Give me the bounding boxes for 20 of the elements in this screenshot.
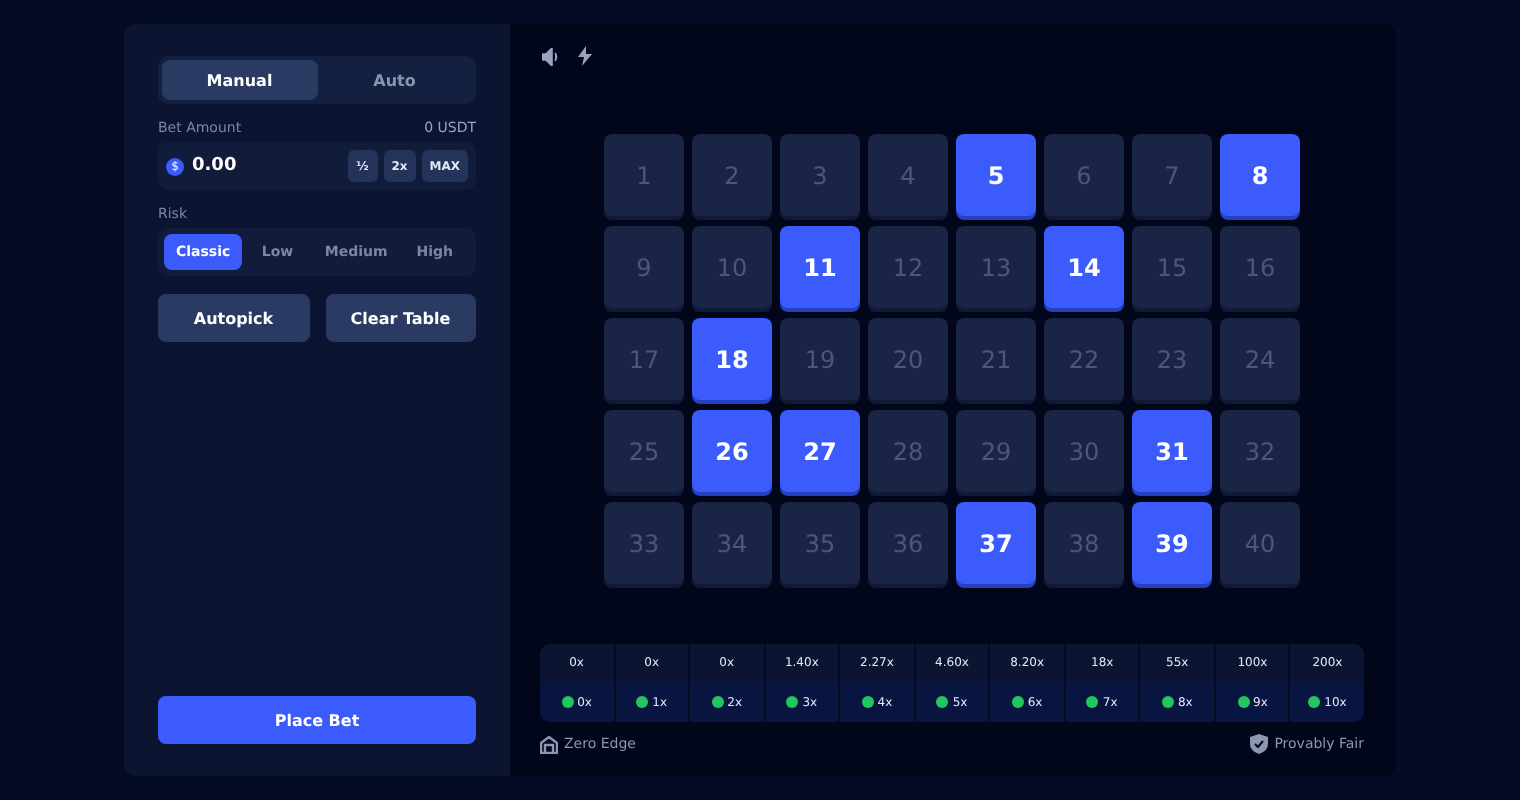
place-bet-button[interactable]: Place Bet [158,696,476,744]
house-icon [540,735,558,753]
mode-tab[interactable]: Auto [317,60,472,100]
action-button[interactable]: Clear Table [325,294,476,342]
mode-tab[interactable]: Manual [162,60,317,100]
number-tile[interactable]: 26 [692,410,772,492]
number-tile[interactable]: 14 [1044,226,1124,308]
number-tile[interactable]: 5 [956,134,1036,216]
action-button[interactable]: Autopick [158,294,309,342]
sound-icon[interactable] [542,47,562,65]
number-tile[interactable]: 8 [1220,134,1300,216]
bet-amount-value: 0.00 [192,156,237,176]
number-tile[interactable]: 18 [692,318,772,400]
number-tile[interactable]: 11 [780,226,860,308]
lightning-icon[interactable] [578,46,592,66]
number-tile[interactable]: 31 [1132,410,1212,492]
number-tile[interactable]: 27 [780,410,860,492]
number-tile[interactable]: 39 [1132,502,1212,584]
shield-icon [1250,734,1269,754]
number-tile[interactable]: 37 [956,502,1036,584]
